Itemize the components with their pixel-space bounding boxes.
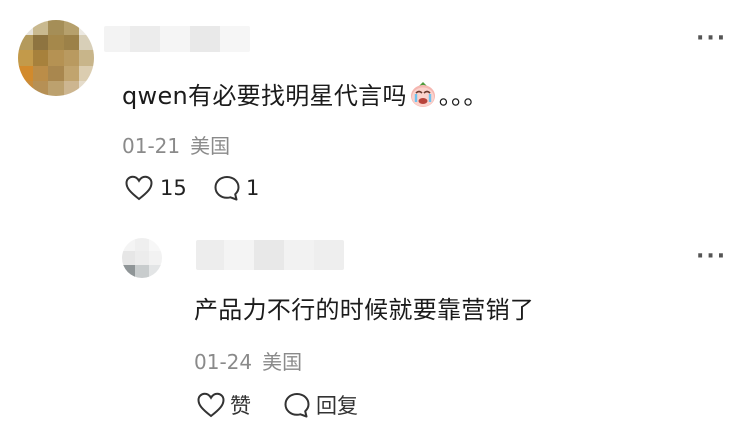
reply-meta: 01-24 美国	[194, 346, 302, 375]
comment-text-prefix: qwen有必要找明星代言吗	[122, 82, 407, 110]
username-redacted[interactable]	[104, 26, 250, 52]
comment-date: 01-21	[122, 134, 181, 158]
comment-bubble-icon	[212, 174, 242, 202]
like-button[interactable]: 15	[124, 174, 187, 202]
like-count: 15	[160, 176, 187, 200]
reply-count: 1	[246, 176, 260, 200]
reply-more-options-icon[interactable]: ···	[696, 246, 727, 268]
reply-text: 产品力不行的时候就要靠营销了	[194, 296, 535, 324]
reply-avatar[interactable]	[122, 238, 162, 278]
reply-location: 美国	[262, 350, 303, 374]
reply-label: 回复	[316, 394, 358, 418]
comment-meta: 01-21 美国	[122, 130, 230, 159]
comment-location: 美国	[190, 134, 231, 158]
heart-icon	[124, 174, 154, 202]
reply-button[interactable]: 1	[212, 174, 259, 202]
heart-icon	[196, 391, 226, 419]
like-label: 赞	[230, 394, 251, 418]
reply-like-button[interactable]: 赞	[196, 390, 251, 420]
loudly-crying-face-icon	[409, 80, 437, 108]
more-options-icon[interactable]: ···	[696, 28, 727, 50]
reply-date: 01-24	[194, 350, 253, 374]
reply-reply-button[interactable]: 回复	[282, 390, 358, 420]
avatar[interactable]	[18, 20, 94, 96]
comment-text: qwen有必要找明星代言吗 。。。	[122, 76, 488, 111]
comment-bubble-icon	[282, 391, 312, 419]
reply-username-redacted[interactable]	[196, 240, 344, 270]
comment-text-suffix: 。。。	[438, 82, 488, 110]
